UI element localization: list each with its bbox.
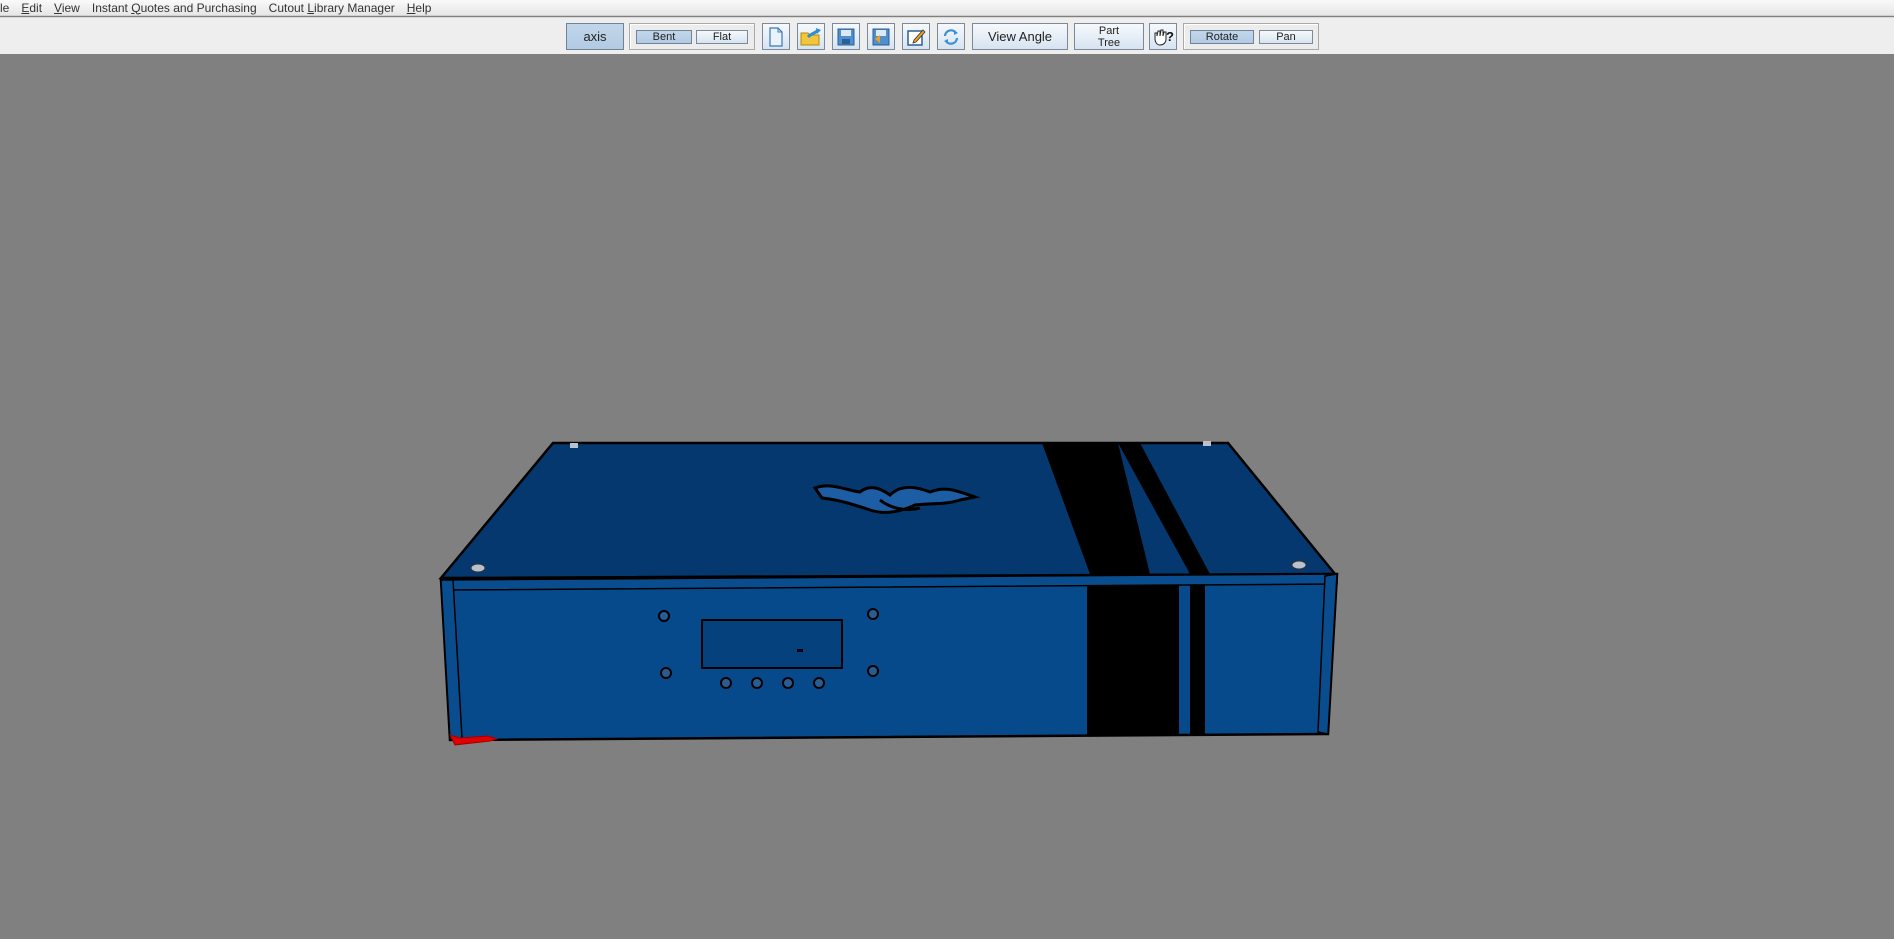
- screw-icon: [1291, 560, 1307, 570]
- new-document-icon: [769, 26, 783, 47]
- flat-label: Flat: [712, 31, 732, 43]
- front-stripe-wide: [1087, 574, 1179, 740]
- display-window-cutout: [701, 619, 843, 669]
- menu-bar: le Edit View Instant Quotes and Purchasi…: [0, 0, 1894, 16]
- menu-label-part: Q: [131, 0, 141, 15]
- rotate-pan-group: Rotate Pan: [1183, 23, 1319, 50]
- menu-edit-rest: dit: [29, 0, 43, 15]
- part-tree-label-line1: Part: [1098, 24, 1120, 37]
- refresh-button[interactable]: [937, 23, 965, 50]
- menu-view[interactable]: View: [48, 1, 86, 15]
- hand-question-icon: ?: [1154, 29, 1174, 46]
- save-as-icon: [872, 28, 890, 45]
- menu-cutout-library-manager[interactable]: Cutout Library Manager: [263, 1, 401, 15]
- view-angle-label: View Angle: [987, 28, 1053, 44]
- 3d-viewport[interactable]: [0, 54, 1894, 939]
- menu-view-rest: iew: [61, 0, 80, 15]
- menu-view-mnemonic: V: [54, 0, 62, 15]
- menu-instant-quotes[interactable]: Instant Quotes and Purchasing: [86, 1, 263, 15]
- part-tree-label-line2: Tree: [1097, 36, 1121, 49]
- hinge-tab: [570, 443, 578, 448]
- menu-help[interactable]: Help: [401, 1, 438, 15]
- menu-edit[interactable]: Edit: [15, 1, 48, 15]
- menu-label-part: uotes and Purchasing: [140, 0, 257, 15]
- flat-button[interactable]: Flat: [696, 30, 748, 44]
- pan-label: Pan: [1276, 31, 1296, 43]
- context-help-button[interactable]: ?: [1149, 23, 1177, 50]
- enclosure-model[interactable]: [0, 54, 1894, 939]
- menu-label-part: Instant: [91, 0, 132, 15]
- hinge-tab: [1203, 441, 1211, 446]
- refresh-icon: [943, 28, 959, 45]
- axis-label: axis: [583, 28, 607, 44]
- edit-icon: [907, 28, 926, 46]
- edit-button[interactable]: [902, 23, 930, 50]
- pan-button[interactable]: Pan: [1259, 30, 1313, 44]
- front-stripe-narrow: [1190, 574, 1205, 740]
- open-folder-icon: [800, 27, 821, 45]
- bent-flat-group: Bent Flat: [629, 23, 755, 50]
- rotate-button[interactable]: Rotate: [1190, 30, 1254, 44]
- new-button[interactable]: [762, 23, 790, 50]
- menu-label-part: Cutout: [268, 0, 308, 15]
- menu-help-rest: elp: [415, 0, 432, 15]
- menu-label-part: ibrary Manager: [314, 0, 395, 15]
- toolbar: axis Bent Flat View Angle Part Tree ? Ro…: [0, 17, 1894, 54]
- screw-icon: [470, 563, 486, 573]
- save-button[interactable]: [832, 23, 860, 50]
- save-as-button[interactable]: [867, 23, 895, 50]
- rotate-label: Rotate: [1205, 31, 1239, 43]
- svg-text:?: ?: [1166, 29, 1174, 44]
- open-button[interactable]: [797, 23, 825, 50]
- bent-label: Bent: [652, 31, 676, 43]
- menu-file[interactable]: le: [0, 1, 15, 15]
- part-tree-button[interactable]: Part Tree: [1074, 23, 1144, 50]
- axis-toggle-button[interactable]: axis: [566, 23, 624, 50]
- save-icon: [837, 28, 855, 45]
- bent-button[interactable]: Bent: [636, 30, 692, 44]
- display-mark: [797, 649, 803, 652]
- view-angle-button[interactable]: View Angle: [972, 23, 1068, 50]
